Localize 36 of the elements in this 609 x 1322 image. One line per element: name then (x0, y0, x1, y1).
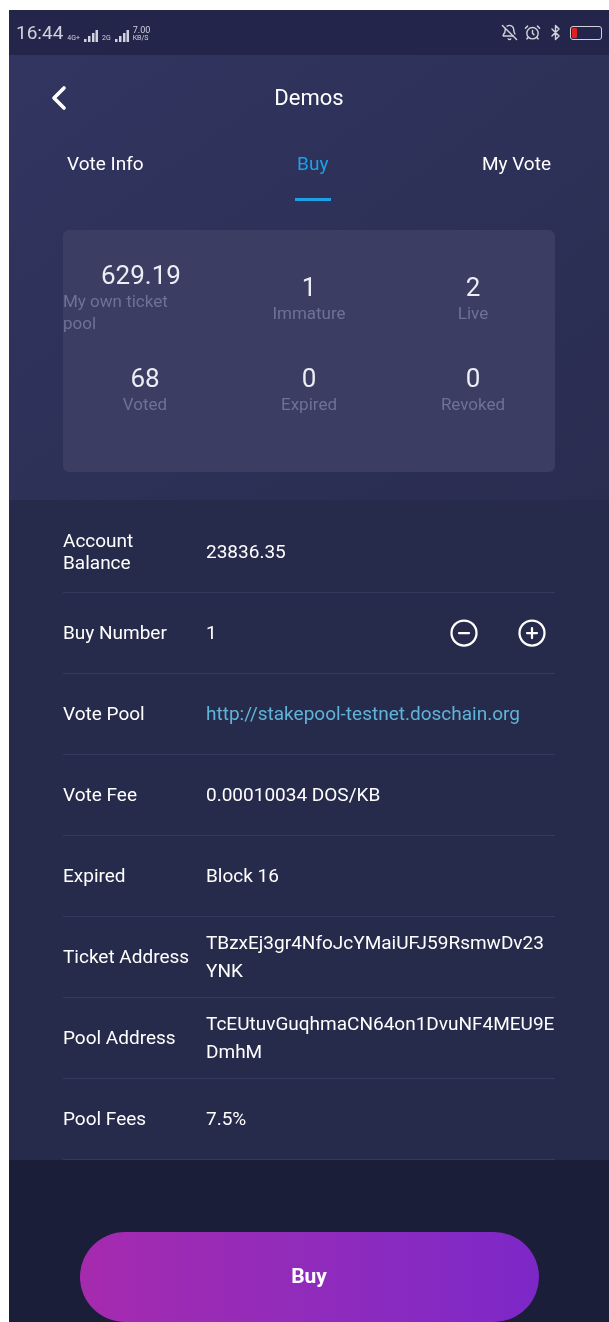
pool-link[interactable]: http://stakepool-testnet.doschain.org (206, 701, 520, 725)
page-title: Demos (274, 84, 344, 112)
stat-value: 629.19 (100, 260, 181, 290)
row-value: 0.00010034 DOS/KB (206, 782, 381, 806)
alarm-icon (524, 24, 541, 41)
row-value: TBzxEj3gr4NfoJcYMaiUFJ59RsmwDv23YNK (206, 930, 544, 982)
signal-icon (84, 30, 98, 42)
stat-value: 1 (301, 272, 317, 302)
row-value: 7.5% (206, 1106, 247, 1130)
row-label: Account Balance (63, 530, 135, 574)
stat-value: 0 (301, 363, 317, 393)
status-time: 16:44 (16, 23, 64, 42)
vibrate-icon (501, 24, 518, 41)
decrement-button[interactable] (449, 618, 479, 648)
signal-icon (114, 30, 129, 42)
battery-icon (570, 25, 602, 40)
row-label: Vote Pool (63, 703, 146, 725)
tab[interactable]: My Vote (481, 140, 551, 220)
row-label: Vote Fee (63, 784, 138, 806)
row-value: TcEUtuvGuqhmaCN64on1DvuNF4MEU9EDmhM (206, 1011, 555, 1063)
row-label: Pool Address (63, 1027, 177, 1049)
row-label: Expired (63, 865, 127, 887)
row-value: 1 (206, 620, 217, 644)
stat-value: 0 (465, 363, 481, 393)
row-value: 23836.35 (206, 539, 286, 563)
increment-button[interactable] (517, 618, 547, 648)
speed-value: 7.00 (132, 26, 151, 35)
stat-value: 2 (465, 272, 481, 302)
row-label: Pool Fees (63, 1108, 148, 1130)
stat-value: 68 (130, 363, 160, 393)
tab[interactable]: Buy (297, 140, 329, 220)
row-label: Buy Number (63, 622, 168, 644)
row-value: Block 16 (206, 863, 279, 887)
tab[interactable]: Vote Info (67, 140, 144, 220)
buy-button[interactable]: Buy (79, 1232, 539, 1322)
row-label: Ticket Address (63, 946, 191, 968)
